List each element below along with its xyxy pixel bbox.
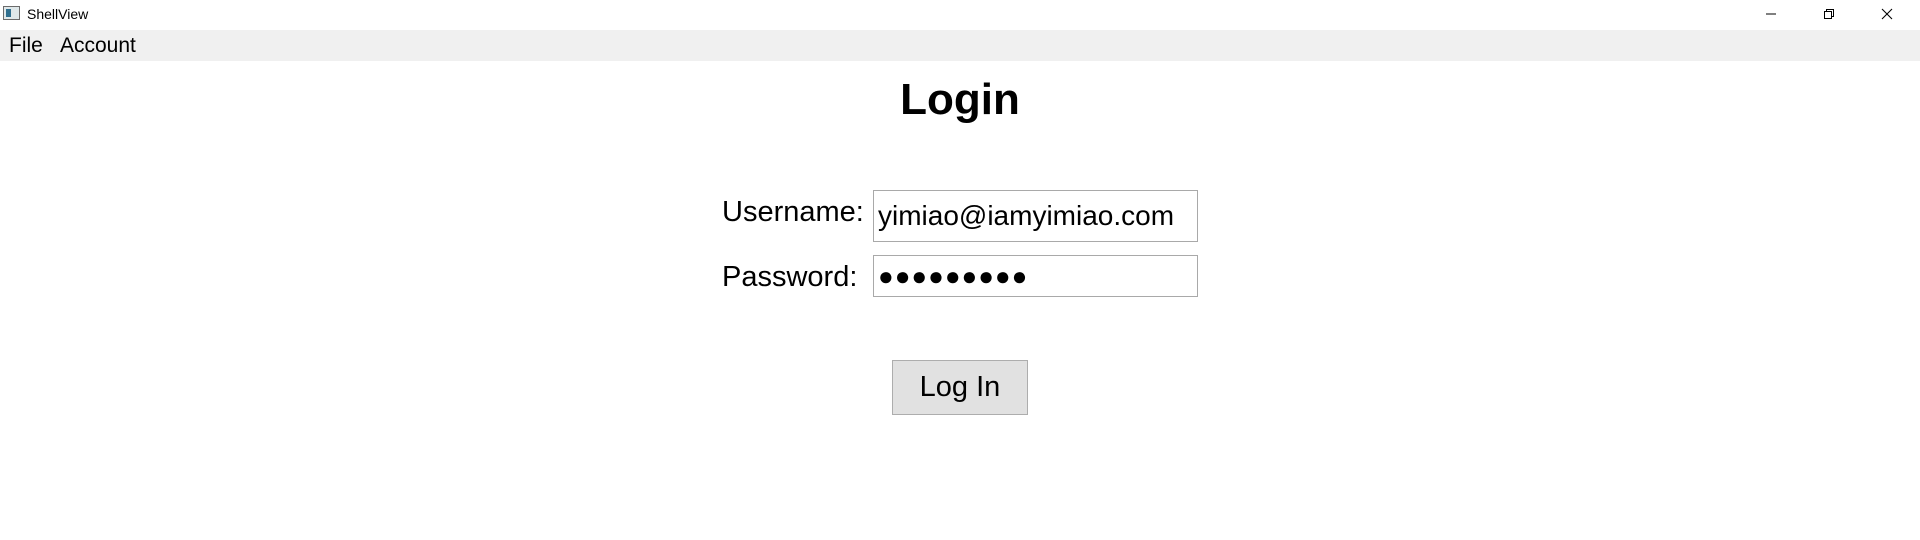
username-label: Username:: [722, 196, 864, 228]
close-button[interactable]: [1858, 0, 1916, 30]
window-title: ShellView: [27, 6, 89, 22]
title-bar[interactable]: ShellView: [0, 0, 1920, 30]
shellview-window: ShellView File Account Login Username: y…: [0, 0, 1920, 540]
minimize-icon: [1766, 13, 1776, 15]
page-title: Login: [900, 75, 1020, 124]
restore-button[interactable]: [1800, 0, 1858, 30]
close-icon: [1881, 8, 1893, 20]
menu-account[interactable]: Account: [52, 30, 144, 61]
log-in-button[interactable]: Log In: [892, 360, 1028, 415]
app-icon: [3, 6, 20, 20]
password-label: Password:: [722, 261, 858, 293]
restore-icon: [1824, 9, 1834, 19]
username-input[interactable]: yimiao@iamyimiao.com: [873, 190, 1198, 242]
menu-file[interactable]: File: [1, 30, 51, 61]
minimize-button[interactable]: [1742, 0, 1800, 30]
menu-bar: File Account: [0, 30, 1920, 61]
password-input[interactable]: ●●●●●●●●●: [873, 255, 1198, 297]
